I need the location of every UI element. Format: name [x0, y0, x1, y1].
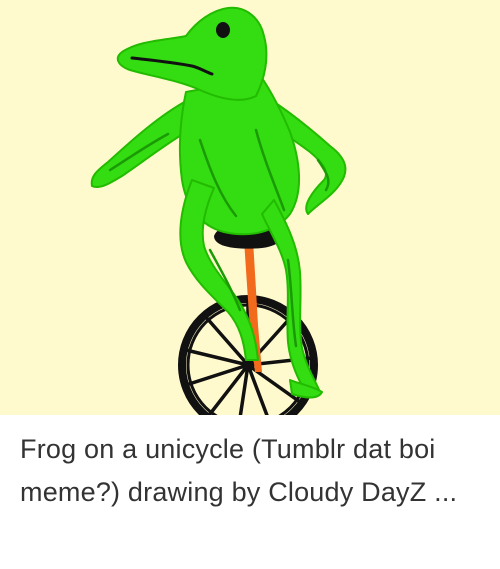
image-caption: Frog on a unicycle (Tumblr dat boi meme?…	[20, 434, 458, 507]
frog-eye	[216, 22, 230, 38]
meme-drawing	[0, 0, 500, 415]
frog-unicycle-illustration	[0, 0, 500, 415]
